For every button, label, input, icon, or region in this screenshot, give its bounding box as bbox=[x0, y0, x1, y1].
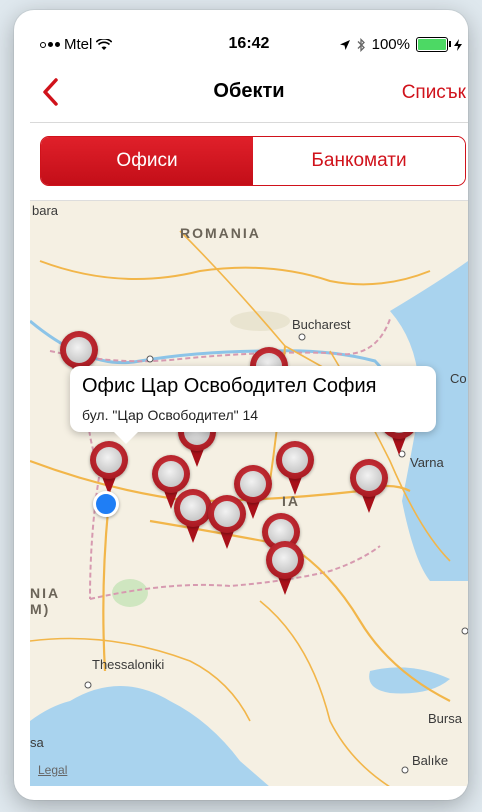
border-bulgaria-greece bbox=[89, 545, 381, 600]
branch-pin[interactable] bbox=[350, 459, 388, 515]
bucharest-dot bbox=[298, 333, 306, 341]
map-label-bursa: Bursa bbox=[428, 711, 462, 726]
map-label-varna: Varna bbox=[410, 455, 444, 470]
segmented-control: Офиси Банкомати bbox=[40, 136, 466, 186]
device-frame: Mtel 16:42 100% Обекти Списък Офиси Банк… bbox=[14, 10, 468, 800]
map-label-co: Co bbox=[450, 371, 467, 386]
branch-callout[interactable]: Офис Цар Освободител София бул. "Цар Осв… bbox=[70, 366, 436, 444]
map-label-bucharest: Bucharest bbox=[292, 317, 351, 332]
map-dot-2 bbox=[461, 627, 468, 635]
branch-pin[interactable] bbox=[208, 495, 246, 551]
callout-title: Офис Цар Освободител София bbox=[82, 375, 377, 397]
status-right: 100% bbox=[339, 36, 462, 53]
marmara-sea bbox=[369, 667, 450, 694]
navigation-bar: Обекти Списък bbox=[30, 62, 468, 123]
map-view[interactable]: bara ROMANIA Bucharest Co Varna IA NIA M… bbox=[30, 200, 468, 786]
location-arrow-icon bbox=[339, 39, 350, 50]
map-label-thessaloniki: Thessaloniki bbox=[92, 657, 165, 672]
branch-pin[interactable] bbox=[276, 441, 314, 497]
branch-pin-selected[interactable] bbox=[90, 441, 128, 497]
app-screen: Mtel 16:42 100% Обекти Списък Офиси Банк… bbox=[30, 24, 468, 786]
map-label-m: M) bbox=[30, 601, 51, 617]
balikesir-dot bbox=[401, 766, 409, 774]
map-label-sa: sa bbox=[30, 735, 44, 750]
branch-pin[interactable] bbox=[266, 541, 304, 597]
map-label-nia: NIA bbox=[30, 585, 61, 601]
map-label-bara: bara bbox=[32, 203, 59, 218]
status-bar: Mtel 16:42 100% bbox=[30, 24, 468, 58]
branch-pin[interactable] bbox=[174, 489, 212, 545]
current-location-dot bbox=[93, 491, 119, 517]
charging-icon bbox=[454, 38, 462, 51]
map-label-romania: ROMANIA bbox=[180, 225, 261, 241]
legal-link[interactable]: Legal bbox=[38, 763, 67, 777]
battery-percent: 100% bbox=[371, 36, 410, 53]
callout-address: бул. "Цар Освободител" 14 bbox=[82, 407, 259, 423]
map-label-balikesir: Balıke bbox=[412, 753, 449, 768]
battery-icon bbox=[416, 37, 451, 52]
segment-offices[interactable]: Офиси bbox=[41, 137, 253, 185]
list-view-button[interactable]: Списък bbox=[402, 82, 466, 104]
bluetooth-icon bbox=[357, 37, 365, 52]
map-dot-1 bbox=[146, 355, 154, 363]
thessaloniki-dot bbox=[84, 681, 92, 689]
segment-atms[interactable]: Банкомати bbox=[253, 137, 465, 185]
